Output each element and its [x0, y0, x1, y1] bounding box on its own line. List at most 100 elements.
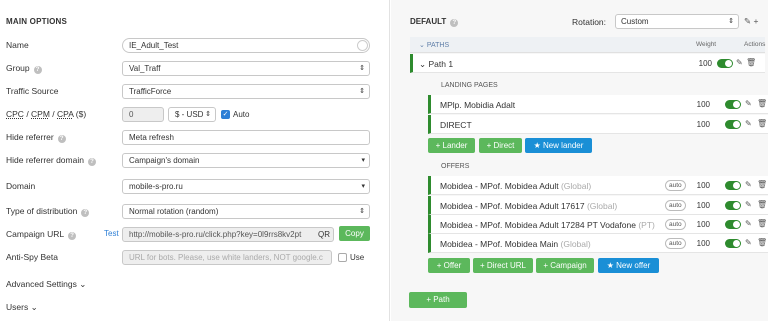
main-options-panel: MAIN OPTIONS Name IE_Adult_Test Group? V…: [0, 0, 390, 321]
offer-weight[interactable]: 100: [690, 239, 710, 248]
distribution-select[interactable]: Normal rotation (random) ⇕: [122, 204, 370, 219]
campaign-url-value: http://mobile-s-pro.ru/click.php?key=0l9…: [129, 230, 302, 239]
auto-badge: auto: [665, 238, 686, 249]
domain-row: Domain mobile-s-pro.ru ▾: [0, 178, 390, 194]
rotation-label: Rotation:: [572, 17, 607, 27]
add-lander-button[interactable]: + Lander: [428, 138, 475, 153]
path-row[interactable]: ⌄ Path 1 100 ✎ 🗑: [410, 54, 765, 73]
select-arrows-icon: ⇕: [205, 111, 211, 118]
trash-icon[interactable]: 🗑: [757, 99, 767, 108]
group-label: Group?: [6, 63, 42, 74]
lander-weight[interactable]: 100: [690, 100, 710, 109]
add-offer-button[interactable]: + Offer: [428, 258, 470, 273]
auto-badge: auto: [665, 219, 686, 230]
anti-spy-input[interactable]: URL for bots. Please, use white landers,…: [122, 250, 332, 265]
name-label: Name: [6, 40, 29, 50]
users-toggle[interactable]: Users ⌄: [6, 302, 38, 313]
use-checkbox[interactable]: [338, 253, 347, 262]
campaign-url-input[interactable]: http://mobile-s-pro.ru/click.php?key=0l9…: [122, 227, 334, 242]
edit-icon[interactable]: ✎: [745, 238, 752, 247]
qr-button[interactable]: QR: [318, 228, 330, 241]
offer-toggle[interactable]: [725, 181, 741, 190]
offer-weight[interactable]: 100: [690, 181, 710, 190]
domain-select[interactable]: mobile-s-pro.ru ▾: [122, 179, 370, 194]
group-row: Group? Val_Traff ⇕: [0, 60, 390, 76]
anti-spy-row: Anti-Spy Beta URL for bots. Please, use …: [0, 249, 390, 265]
distribution-label: Type of distribution?: [6, 206, 90, 217]
edit-icon[interactable]: ✎: [736, 58, 743, 67]
offer-row[interactable]: Mobidea - MPof. Mobidea Adult (Global) a…: [428, 176, 768, 195]
lander-row[interactable]: DIRECT 100 ✎ 🗑: [428, 115, 768, 134]
trash-icon[interactable]: 🗑: [746, 58, 756, 67]
new-lander-button[interactable]: ★ New lander: [525, 138, 592, 153]
chevron-down-icon: ⌄: [79, 279, 87, 289]
offer-toggle[interactable]: [725, 201, 741, 210]
rotation-select[interactable]: Custom ⇕: [615, 14, 739, 29]
trash-icon[interactable]: 🗑: [757, 119, 767, 128]
help-icon: ?: [68, 232, 77, 240]
offer-name: Mobidea - MPof. Mobidea Adult (Global): [440, 181, 592, 191]
group-value: Val_Traff: [129, 64, 161, 73]
path-toggle[interactable]: [717, 59, 733, 68]
lander-toggle[interactable]: [725, 100, 741, 109]
plus-icon[interactable]: +: [754, 16, 759, 26]
path-weight[interactable]: 100: [692, 59, 712, 68]
offer-name: Mobidea - MPof. Mobidea Main (Global): [440, 239, 591, 249]
trash-icon[interactable]: 🗑: [757, 200, 767, 209]
offer-toggle[interactable]: [725, 239, 741, 248]
name-input[interactable]: IE_Adult_Test: [122, 38, 370, 53]
advanced-settings-toggle[interactable]: Advanced Settings ⌄: [6, 279, 86, 290]
add-path-button[interactable]: + Path: [409, 292, 467, 308]
default-title: DEFAULT?: [410, 17, 459, 27]
paths-header-label: ⌄ PATHS: [419, 42, 450, 49]
offer-toggle[interactable]: [725, 220, 741, 229]
use-label: Use: [350, 253, 365, 262]
copy-button[interactable]: Copy: [339, 226, 370, 241]
chevron-down-icon[interactable]: ⌄: [419, 42, 425, 49]
cost-input[interactable]: 0: [122, 107, 164, 122]
edit-icon[interactable]: ✎: [745, 99, 752, 108]
main-options-title: MAIN OPTIONS: [6, 17, 68, 26]
offer-weight[interactable]: 100: [690, 220, 710, 229]
add-direct-button[interactable]: + Direct: [479, 138, 522, 153]
campaign-url-row: Campaign URL? Test http://mobile-s-pro.r…: [0, 226, 390, 242]
hide-referrer-value: Meta refresh: [129, 133, 174, 142]
advanced-settings-label: Advanced Settings: [6, 279, 77, 289]
edit-icon[interactable]: ✎: [745, 180, 752, 189]
help-icon: ?: [81, 209, 90, 217]
edit-icon[interactable]: ✎: [745, 119, 752, 128]
offer-weight[interactable]: 100: [690, 201, 710, 210]
lander-toggle[interactable]: [725, 120, 741, 129]
currency-select[interactable]: $ - USD ⇕: [168, 107, 216, 122]
paths-header: ⌄ PATHS Weight Actions: [410, 37, 765, 53]
edit-icon[interactable]: ✎: [745, 200, 752, 209]
trash-icon[interactable]: 🗑: [757, 180, 767, 189]
auto-badge: auto: [665, 180, 686, 191]
lander-row[interactable]: MPlp. Mobidia Adalt 100 ✎ 🗑: [428, 95, 768, 114]
chevron-down-icon[interactable]: ⌄: [419, 59, 426, 69]
traffic-source-select[interactable]: TrafficForce ⇕: [122, 84, 370, 99]
new-offer-button[interactable]: ★ New offer: [598, 258, 659, 273]
group-select[interactable]: Val_Traff ⇕: [122, 61, 370, 76]
cost-label: CPC / CPM / CPA ($): [6, 109, 87, 119]
offer-row[interactable]: Mobidea - MPof. Mobidea Main (Global) au…: [428, 234, 768, 253]
rotation-value: Custom: [621, 17, 649, 26]
add-direct-url-button[interactable]: + Direct URL: [473, 258, 533, 273]
trash-icon[interactable]: 🗑: [757, 219, 767, 228]
pin-icon[interactable]: ✎: [744, 16, 751, 26]
auto-checkbox[interactable]: ✓: [221, 110, 230, 119]
add-campaign-button[interactable]: + Campaign: [536, 258, 594, 273]
offer-row[interactable]: Mobidea - MPof. Mobidea Adult 17284 PT V…: [428, 215, 768, 234]
help-icon: ?: [87, 158, 96, 166]
offer-row[interactable]: Mobidea - MPof. Mobidea Adult 17617 (Glo…: [428, 196, 768, 215]
traffic-source-row: Traffic Source TrafficForce ⇕: [0, 83, 390, 99]
hide-referrer-select[interactable]: Meta refresh: [122, 130, 370, 145]
path-name: ⌄ Path 1: [419, 59, 454, 69]
lander-weight[interactable]: 100: [690, 120, 710, 129]
test-link[interactable]: Test: [104, 229, 119, 238]
name-toggle[interactable]: [357, 40, 368, 51]
hide-referrer-domain-select[interactable]: Campaign's domain ▾: [122, 153, 370, 168]
edit-icon[interactable]: ✎: [745, 219, 752, 228]
campaign-url-label: Campaign URL?: [6, 229, 77, 240]
trash-icon[interactable]: 🗑: [757, 238, 767, 247]
